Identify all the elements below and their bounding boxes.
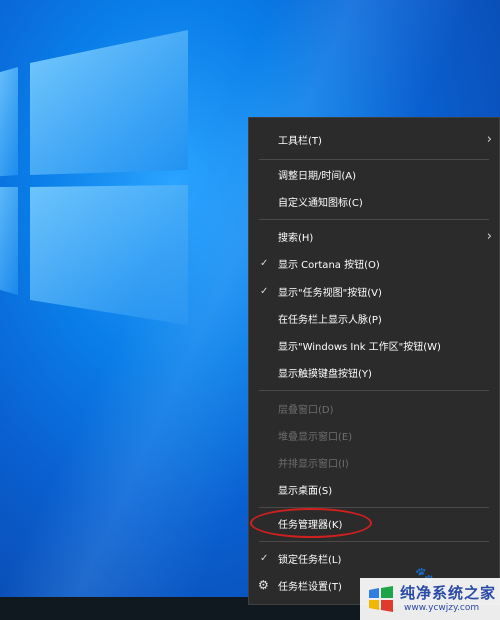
menu-item-customize-notification-icons[interactable]: 自定义通知图标(C) (249, 188, 499, 214)
menu-item-side-by-side: 并排显示窗口(I) (278, 458, 349, 470)
chevron-right-icon: › (486, 228, 492, 244)
gear-icon: ⚙ (258, 578, 269, 592)
separator (259, 159, 489, 160)
watermark-logo-icon (369, 586, 393, 612)
watermark-title: 纯净系统之家 (400, 584, 497, 602)
separator (259, 541, 489, 542)
menu-item-lock-taskbar[interactable]: ✓ 锁定任务栏(L) (249, 545, 499, 571)
separator (259, 390, 489, 391)
site-watermark: 纯净系统之家 www.ycwjzy.com (360, 578, 500, 620)
check-icon: ✓ (260, 257, 269, 269)
menu-item-show-people[interactable]: 在任务栏上显示人脉(P) (249, 305, 499, 331)
chevron-right-icon: › (486, 131, 492, 147)
check-icon: ✓ (260, 285, 269, 297)
menu-item-show-cortana[interactable]: ✓ 显示 Cortana 按钮(O) (249, 250, 499, 276)
watermark-url: www.ycwjzy.com (404, 603, 480, 613)
menu-item-show-task-view[interactable]: ✓ 显示"任务视图"按钮(V) (249, 278, 499, 304)
menu-item-search[interactable]: 搜索(H) › (249, 223, 499, 249)
menu-item-show-windows-ink[interactable]: 显示"Windows Ink 工作区"按钮(W) (249, 332, 499, 358)
windows-logo-wallpaper (0, 30, 188, 325)
menu-item-show-touch-keyboard[interactable]: 显示触摸键盘按钮(Y) (249, 359, 499, 385)
menu-item-cascade-windows: 层叠窗口(D) (278, 404, 334, 416)
menu-item-toolbars[interactable]: 工具栏(T) › (249, 126, 499, 152)
check-icon: ✓ (260, 552, 269, 564)
menu-item-stack-windows: 堆叠显示窗口(E) (278, 431, 353, 443)
menu-item-adjust-date-time[interactable]: 调整日期/时间(A) (249, 161, 499, 187)
annotation-red-ellipse (250, 508, 372, 538)
separator (259, 219, 489, 220)
menu-item-show-desktop[interactable]: 显示桌面(S) (249, 476, 499, 502)
